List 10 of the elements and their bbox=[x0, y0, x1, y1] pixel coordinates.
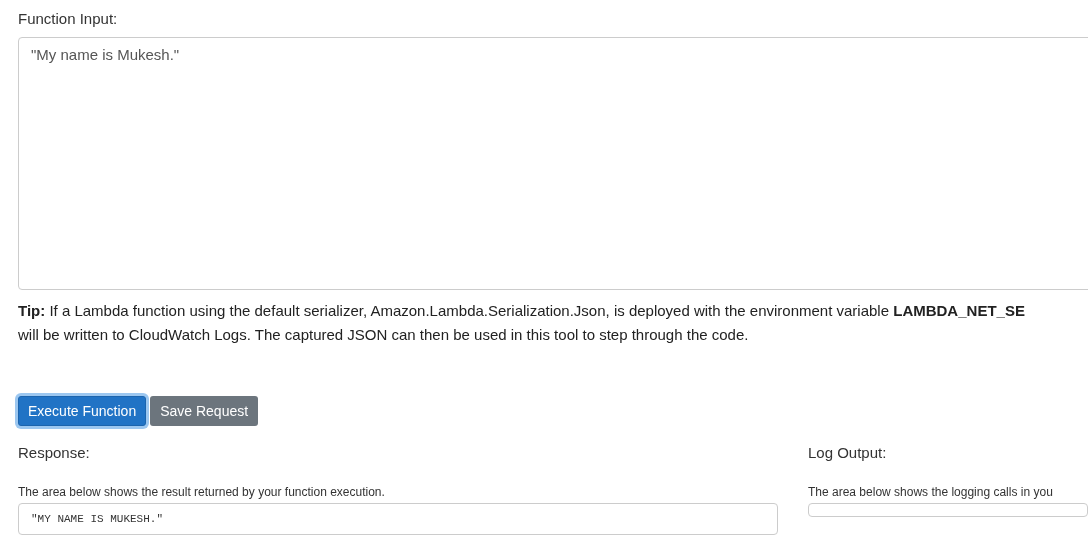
function-input-label: Function Input: bbox=[18, 10, 118, 27]
response-label: Response: bbox=[18, 444, 90, 461]
tip-text: Tip: If a Lambda function using the default serializer, Amazon.Lambda.Serialization.Json, is deployed with the environment variable LAMBDA_NET_SE will be written to CloudWatch Logs. The captured JSON can then be used in this tool to step through the code. bbox=[18, 301, 1026, 345]
response-output-field: "MY NAME IS MUKESH." bbox=[18, 503, 778, 535]
execute-button[interactable]: Execute Function bbox=[18, 396, 147, 426]
save-button[interactable]: Save Request bbox=[150, 396, 259, 426]
log-output-description: The area below shows the logging calls in you bbox=[808, 485, 1054, 499]
response-description: The area below shows the result returned by your function execution. bbox=[18, 485, 386, 499]
function-input-field[interactable]: "My name is Mukesh." bbox=[18, 37, 1088, 290]
log-output-label: Log Output: bbox=[808, 444, 887, 461]
